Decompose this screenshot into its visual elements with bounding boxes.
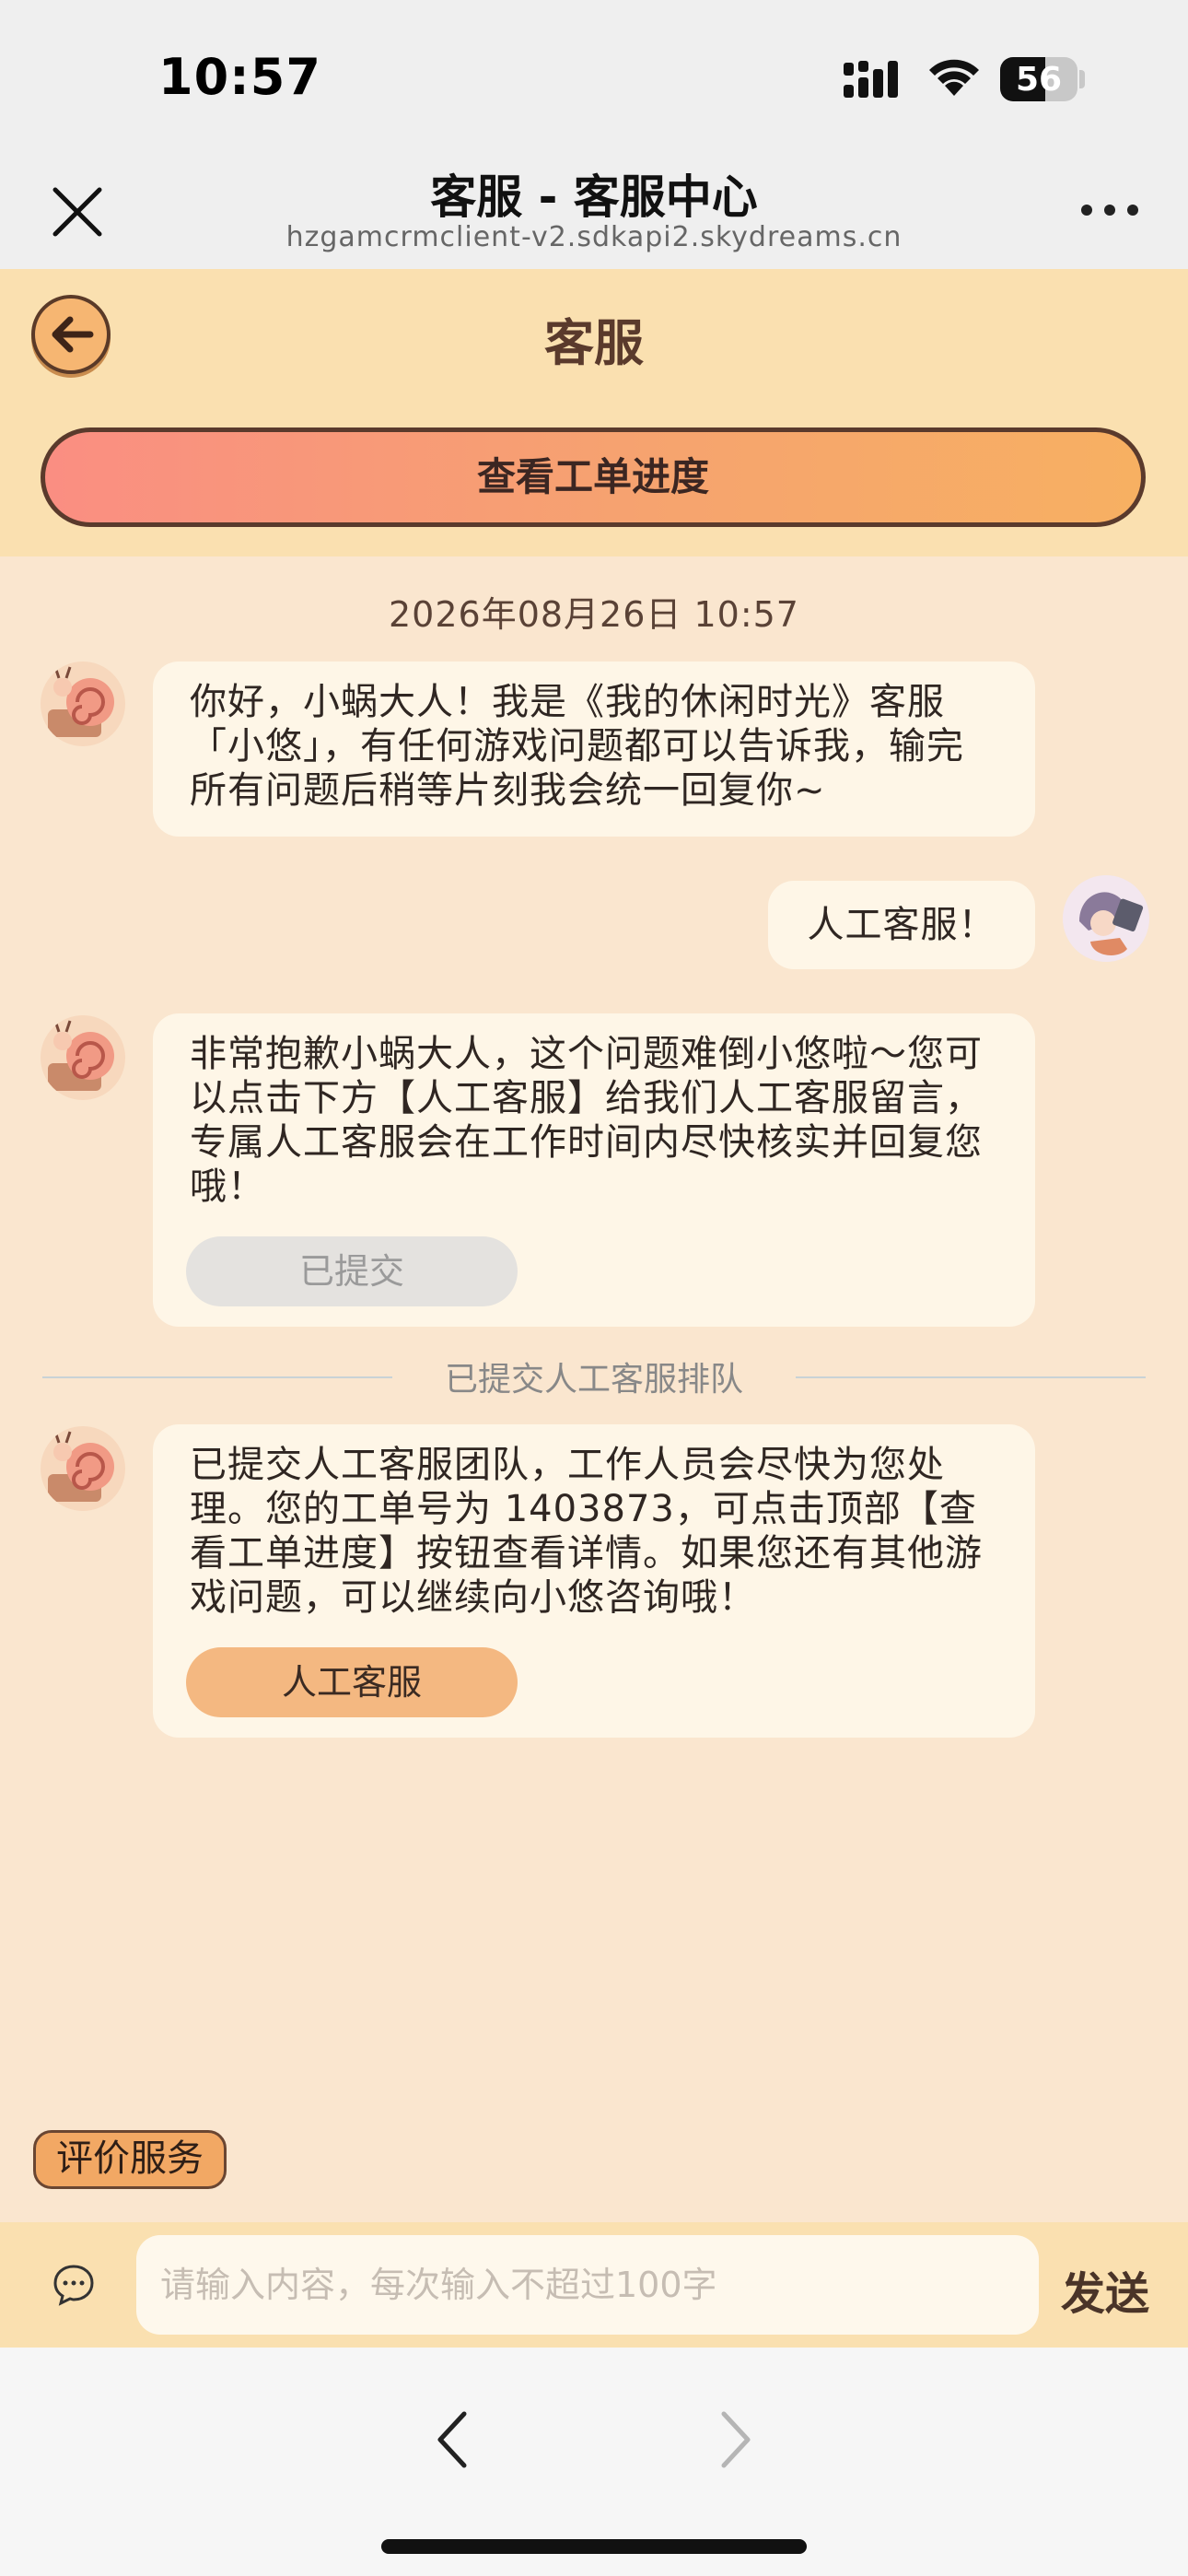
human-service-button[interactable]: 人工客服 <box>186 1647 518 1717</box>
bot-avatar <box>41 1015 125 1100</box>
bot-avatar <box>41 1426 125 1511</box>
user-message-bubble: 人工客服！ <box>768 881 1035 969</box>
page-title: 客服 <box>544 314 644 372</box>
page-header: 客服 查看工单进度 <box>0 269 1188 556</box>
chevron-right-icon[interactable] <box>707 2406 763 2473</box>
snail-avatar-icon <box>48 666 114 737</box>
home-indicator <box>381 2539 807 2554</box>
snail-avatar-icon <box>48 1020 114 1091</box>
browser-title: 客服 - 客服中心 <box>430 170 758 224</box>
bot-message-bubble: 你好，小蜗大人！我是《我的休闲时光》客服「小悠」，有任何游戏问题都可以告诉我，输… <box>153 662 1035 837</box>
wifi-icon <box>929 59 979 96</box>
divider-label: 已提交人工客服排队 <box>444 1361 743 1399</box>
chat-timestamp: 2026年08月26日 10:57 <box>388 594 799 635</box>
status-time: 10:57 <box>158 48 321 106</box>
chevron-left-icon[interactable] <box>425 2406 481 2473</box>
input-bar: 发送 <box>0 2222 1188 2348</box>
send-button[interactable]: 发送 <box>1061 2257 1149 2322</box>
message-text: 已提交人工客服团队，工作人员会尽快为您处理。您的工单号为 1403873，可点击… <box>190 1444 983 1619</box>
bot-message-bubble: 非常抱歉小蜗大人，这个问题难倒小悠啦～您可以点击下方【人工客服】给我们人工客服留… <box>153 1013 1035 1327</box>
more-icon[interactable] <box>1077 192 1142 228</box>
browser-url: hzgamcrmclient-v2.sdkapi2.skydreams.cn <box>285 221 903 253</box>
submitted-button: 已提交 <box>186 1236 518 1306</box>
battery-icon: 56 <box>1000 57 1077 101</box>
bot-avatar <box>41 662 125 746</box>
battery-level: 56 <box>1015 61 1063 99</box>
snail-avatar-icon <box>48 1431 114 1502</box>
chat-bubble-icon[interactable] <box>52 2263 96 2307</box>
browser-navbar: 客服 - 客服中心 hzgamcrmclient-v2.sdkapi2.skyd… <box>0 147 1188 269</box>
message-text: 非常抱歉小蜗大人，这个问题难倒小悠啦～您可以点击下方【人工客服】给我们人工客服留… <box>190 1033 983 1208</box>
status-bar: 10:57 56 <box>0 0 1188 147</box>
bot-message-bubble: 已提交人工客服团队，工作人员会尽快为您处理。您的工单号为 1403873，可点击… <box>153 1424 1035 1738</box>
user-avatar-icon <box>1063 875 1149 962</box>
cellular-signal-icon <box>844 61 898 98</box>
rate-service-button[interactable]: 评价服务 <box>33 2130 227 2189</box>
message-text: 你好，小蜗大人！我是《我的休闲时光》客服「小悠」，有任何游戏问题都可以告诉我，输… <box>190 681 964 812</box>
message-text: 人工客服！ <box>807 904 996 946</box>
queue-divider: 已提交人工客服排队 <box>42 1361 1146 1399</box>
user-avatar <box>1063 875 1149 962</box>
message-input[interactable] <box>136 2235 1039 2335</box>
view-ticket-progress-button[interactable]: 查看工单进度 <box>41 427 1146 527</box>
